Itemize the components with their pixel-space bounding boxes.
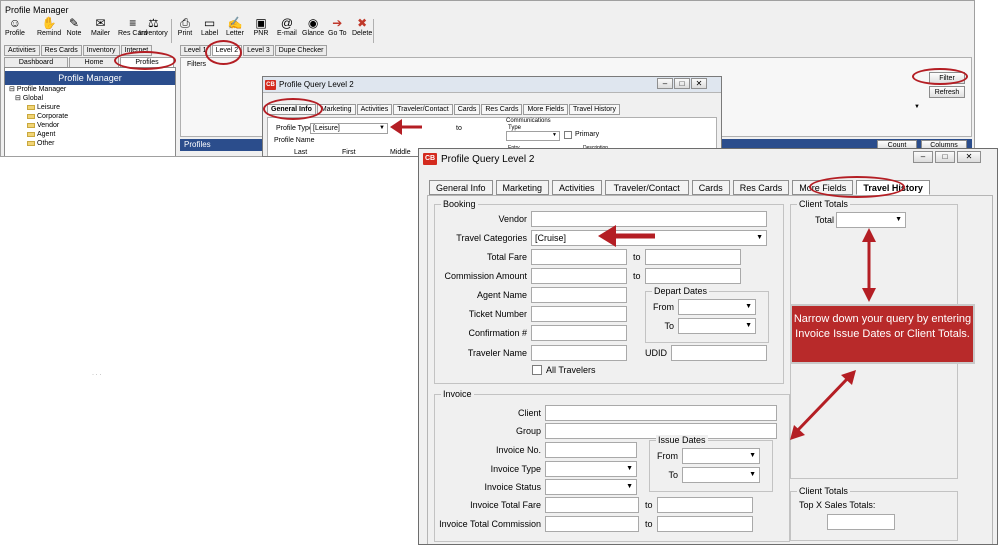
stray-mark: · · ·: [92, 372, 102, 378]
double-arrow-vertical: [862, 228, 876, 302]
annotation-arrows: [390, 119, 876, 440]
arrow-to-travel-categories: [598, 225, 655, 247]
callout-box: Narrow down your query by entering Invoi…: [790, 304, 975, 364]
arrow-to-profile-type: [390, 119, 422, 135]
double-arrow-diagonal: [790, 370, 856, 440]
